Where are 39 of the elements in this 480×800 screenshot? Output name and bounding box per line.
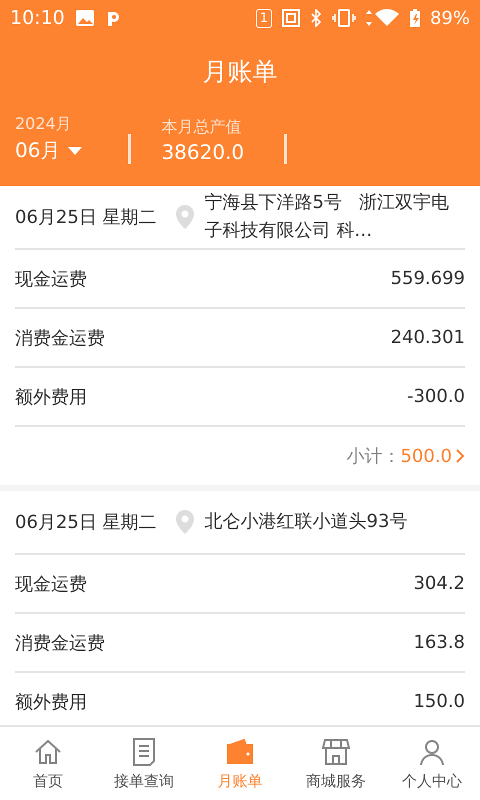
fee-amount: -300.0	[406, 386, 465, 407]
fee-label: 消费金运费	[15, 632, 105, 654]
vibrate-icon	[332, 9, 356, 27]
sim-indicator: 1	[256, 8, 272, 28]
fee-amount: 304.2	[413, 573, 465, 594]
nfc-icon	[282, 9, 300, 27]
clock: 10:10	[10, 7, 65, 29]
fee-label: 现金运费	[15, 268, 87, 290]
subtotal-label: 小计：	[346, 445, 400, 468]
bill-date: 06月25日 星期二	[15, 206, 157, 229]
chevron-right-icon	[456, 449, 465, 463]
wifi-icon	[366, 9, 400, 27]
image-icon	[74, 9, 95, 27]
page-title: 月账单	[202, 56, 278, 88]
caret-icon	[68, 146, 82, 154]
fee-amount: 163.8	[413, 632, 465, 653]
fee-amount: 559.699	[390, 268, 465, 289]
nav-tab[interactable]: 个人中心	[384, 727, 480, 800]
bill-date: 06月25日 星期二	[15, 511, 157, 534]
shop-icon	[320, 736, 352, 768]
fee-label: 现金运费	[15, 572, 87, 596]
fee-amount: 240.301	[390, 327, 465, 348]
bluetooth-icon	[310, 9, 322, 27]
bill-address: 宁海县下洋路5号 浙江双宇电子科技有限公司 科…	[204, 191, 450, 243]
battery-icon	[410, 9, 420, 27]
total-value: 38620.0	[161, 140, 244, 164]
battery-level: 89%	[430, 8, 470, 28]
fee-amount: 150.0	[413, 691, 465, 712]
fee-label: 消费金运费	[15, 326, 105, 350]
nav-tab[interactable]: 首页	[0, 727, 96, 800]
bill-address: 北仑小港红联小道头93号	[204, 510, 408, 534]
nav-tab[interactable]: 商城服务	[288, 727, 384, 800]
fee-label: 额外费用	[15, 386, 87, 408]
location-pin-icon	[174, 204, 195, 230]
location-pin-icon	[174, 509, 195, 535]
year-label: 2024月	[15, 114, 73, 135]
fee-label: 额外费用	[15, 690, 87, 714]
total-label: 本月总产值	[161, 117, 242, 138]
nav-tab[interactable]: 接单查询	[96, 727, 192, 800]
